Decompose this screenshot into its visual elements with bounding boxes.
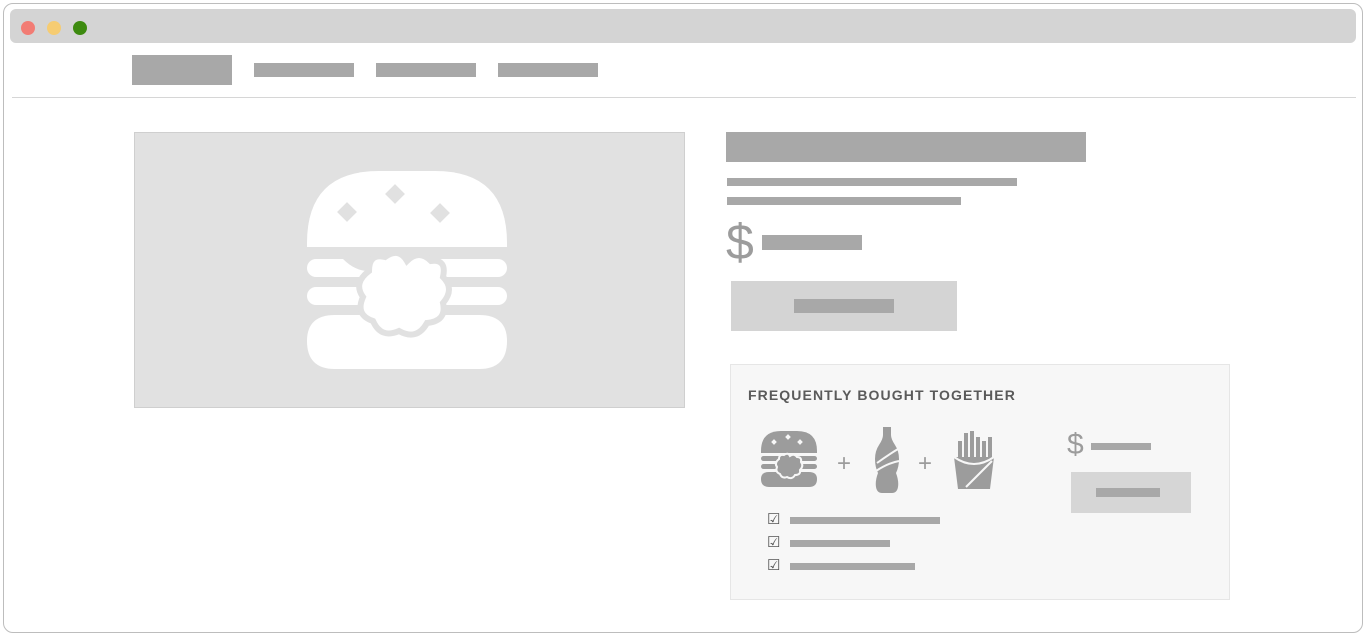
burger-icon: [307, 171, 507, 369]
price-currency-symbol: $: [726, 214, 754, 270]
minimize-window-button[interactable]: [47, 21, 61, 35]
nav-link-2[interactable]: [376, 63, 476, 77]
item-label-2: [790, 540, 890, 547]
bundle-currency-symbol: $: [1067, 428, 1084, 461]
product-description-line-1: [727, 178, 1017, 186]
bundle-price: [1091, 443, 1151, 450]
close-window-button[interactable]: [21, 21, 35, 35]
header-divider: [12, 97, 1356, 98]
add-to-cart-label: [794, 299, 894, 313]
panel-title: FREQUENTLY BOUGHT TOGETHER: [748, 387, 1016, 403]
nav-link-1[interactable]: [254, 63, 354, 77]
add-to-cart-button[interactable]: [731, 281, 957, 331]
product-title: [726, 132, 1086, 162]
item-checkbox-1[interactable]: ☑: [767, 512, 780, 527]
frequently-bought-together-panel: FREQUENTLY BOUGHT TOGETHER + + ☑ ☑ ☑ $: [730, 364, 1230, 600]
item-label-1: [790, 517, 940, 524]
product-description-line-2: [727, 197, 961, 205]
burger-icon: [761, 431, 817, 487]
zoom-window-button[interactable]: [73, 21, 87, 35]
add-all-label: [1096, 488, 1160, 497]
fries-icon: [953, 431, 995, 489]
site-logo[interactable]: [132, 55, 232, 85]
browser-window: $ FREQUENTLY BOUGHT TOGETHER + + ☑ ☑ ☑ $: [3, 3, 1363, 633]
item-label-3: [790, 563, 915, 570]
plus-sign: +: [837, 450, 852, 477]
add-all-to-cart-button[interactable]: [1071, 472, 1191, 513]
nav-link-3[interactable]: [498, 63, 598, 77]
title-bar: [10, 9, 1356, 43]
item-checkbox-3[interactable]: ☑: [767, 558, 780, 573]
soda-bottle-icon: [875, 427, 900, 493]
product-image: [134, 132, 685, 408]
item-checkbox-2[interactable]: ☑: [767, 535, 780, 550]
product-price: [762, 235, 862, 250]
plus-sign: +: [918, 450, 933, 477]
